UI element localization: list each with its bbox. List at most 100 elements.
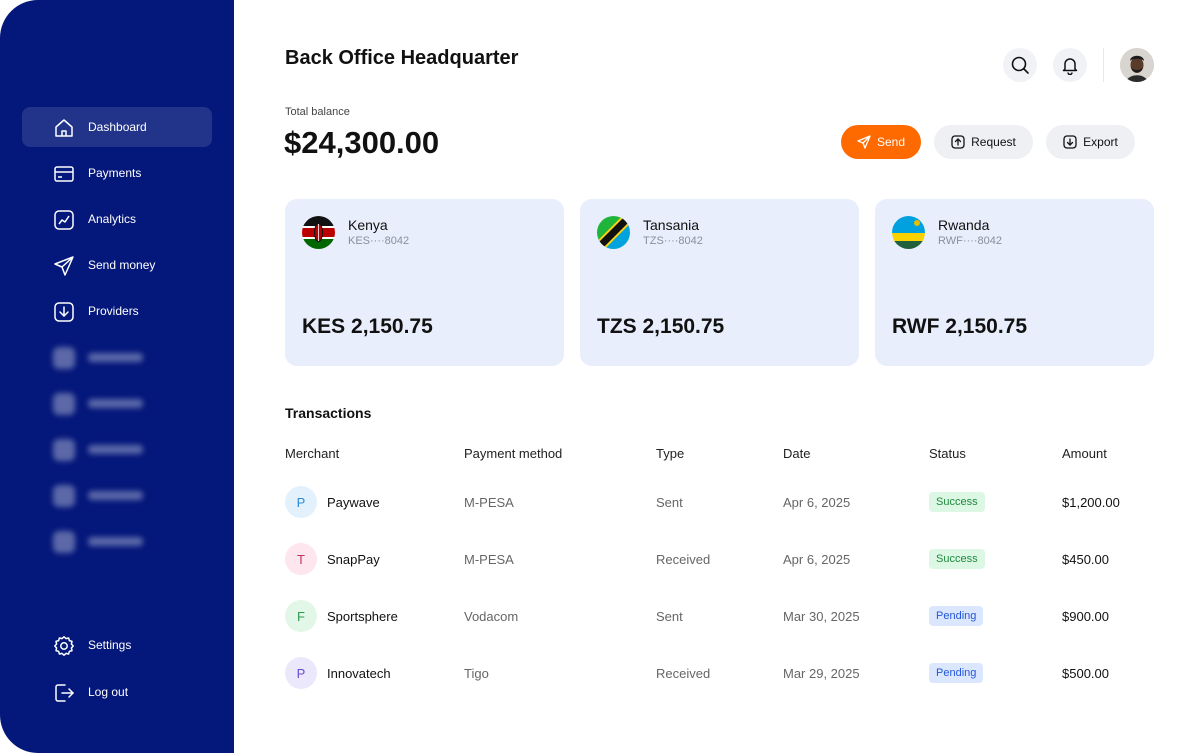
placeholder-icon (53, 485, 75, 507)
avatar[interactable] (1120, 48, 1154, 82)
placeholder-label (88, 398, 143, 408)
merchant-avatar: P (285, 657, 317, 689)
main-content: Back Office Headquarter Total balance $2… (234, 0, 1204, 753)
table-row[interactable]: P Paywave M-PESA Sent Apr 6, 2025 Succes… (234, 483, 1204, 523)
transaction-amount: $450.00 (1062, 552, 1109, 567)
sidebar-item-dashboard[interactable]: Dashboard (22, 107, 212, 147)
export-button-label: Export (1083, 135, 1118, 149)
kenya-flag-icon (302, 216, 335, 249)
logout-icon (55, 684, 74, 702)
sidebar-item-providers[interactable]: Providers (22, 291, 212, 331)
sidebar-item-label: Settings (88, 638, 132, 652)
placeholder-label (88, 352, 143, 362)
sidebar-item-blurred (22, 383, 212, 423)
request-button-label: Request (971, 135, 1016, 149)
chart-icon (54, 210, 74, 230)
transaction-amount: $1,200.00 (1062, 495, 1120, 510)
download-icon (1063, 135, 1077, 149)
sidebar-item-logout[interactable]: Log out (22, 672, 212, 712)
transaction-date: Mar 29, 2025 (783, 666, 860, 681)
currency-card-kenya[interactable]: Kenya KES····8042 KES 2,150.75 (285, 199, 564, 366)
card-account: RWF····8042 (938, 235, 1002, 247)
transaction-type: Received (656, 552, 711, 567)
search-button[interactable] (1003, 48, 1037, 82)
request-button[interactable]: Request (934, 125, 1033, 159)
rwanda-flag-icon (892, 216, 925, 249)
sidebar-item-label: Payments (88, 166, 142, 180)
status-badge: Pending (929, 663, 984, 683)
sidebar-item-analytics[interactable]: Analytics (22, 199, 212, 239)
card-account: TZS····8042 (643, 235, 703, 247)
transaction-type: Sent (656, 609, 683, 624)
table-row[interactable]: F Sportsphere Vodacom Sent Mar 30, 2025 … (234, 597, 1204, 637)
currency-card-tanzania[interactable]: Tansania TZS····8042 TZS 2,150.75 (580, 199, 859, 366)
placeholder-label (88, 444, 143, 454)
sidebar-item-send-money[interactable]: Send money (22, 245, 212, 285)
upload-icon (951, 135, 965, 149)
search-icon (1011, 56, 1029, 74)
card-balance: TZS 2,150.75 (597, 315, 725, 338)
transactions-title: Transactions (285, 405, 372, 421)
sidebar-item-label: Log out (88, 685, 129, 699)
card-icon (54, 166, 74, 182)
sidebar-item-blurred (22, 429, 212, 469)
column-header-date: Date (783, 446, 811, 461)
transaction-type: Sent (656, 495, 683, 510)
sidebar-item-settings[interactable]: Settings (22, 625, 212, 665)
column-header-payment-method: Payment method (464, 446, 563, 461)
placeholder-icon (53, 393, 75, 415)
sidebar-item-label: Analytics (88, 212, 137, 226)
transaction-date: Apr 6, 2025 (783, 552, 851, 567)
send-icon (54, 256, 74, 276)
column-header-merchant: Merchant (285, 446, 340, 461)
tanzania-flag-icon (597, 216, 630, 249)
sidebar-item-blurred (22, 337, 212, 377)
gear-icon (54, 636, 74, 656)
export-button[interactable]: Export (1046, 125, 1135, 159)
page-title: Back Office Headquarter (285, 47, 519, 69)
merchant-name: Paywave (327, 495, 380, 510)
notifications-button[interactable] (1053, 48, 1087, 82)
send-button[interactable]: Send (841, 125, 921, 159)
sidebar-item-label: Providers (88, 304, 139, 318)
user-photo-icon (1120, 48, 1154, 82)
sidebar: Dashboard Payments Analytics Send money … (0, 0, 234, 753)
send-icon (857, 135, 871, 149)
sidebar-item-label: Send money (88, 258, 156, 272)
column-header-status: Status (929, 446, 966, 461)
table-row[interactable]: T SnapPay M-PESA Received Apr 6, 2025 Su… (234, 540, 1204, 580)
transaction-type: Received (656, 666, 711, 681)
sidebar-item-blurred (22, 521, 212, 561)
status-badge: Success (929, 549, 985, 569)
placeholder-icon (53, 439, 75, 461)
placeholder-icon (53, 347, 75, 369)
placeholder-label (88, 536, 143, 546)
card-country: Rwanda (938, 217, 990, 233)
table-row[interactable]: P Innovatech Tigo Received Mar 29, 2025 … (234, 654, 1204, 694)
send-button-label: Send (876, 135, 906, 149)
transaction-date: Mar 30, 2025 (783, 609, 860, 624)
card-country: Kenya (348, 217, 388, 233)
currency-card-rwanda[interactable]: Rwanda RWF····8042 RWF 2,150.75 (875, 199, 1154, 366)
merchant-name: Sportsphere (327, 609, 398, 624)
placeholder-icon (53, 531, 75, 553)
card-balance: RWF 2,150.75 (892, 315, 1028, 338)
balance-label: Total balance (285, 106, 350, 118)
merchant-avatar: T (285, 543, 317, 575)
merchant-avatar: P (285, 486, 317, 518)
sidebar-item-payments[interactable]: Payments (22, 153, 212, 193)
card-country: Tansania (643, 217, 700, 233)
merchant-avatar: F (285, 600, 317, 632)
card-balance: KES 2,150.75 (302, 315, 433, 338)
sidebar-item-label: Dashboard (88, 120, 147, 134)
placeholder-label (88, 490, 143, 500)
status-badge: Pending (929, 606, 984, 626)
payment-method: M-PESA (464, 495, 514, 510)
status-badge: Success (929, 492, 985, 512)
column-header-amount: Amount (1062, 446, 1107, 461)
download-icon (54, 302, 74, 322)
payment-method: Tigo (464, 666, 489, 681)
bell-icon (1062, 58, 1078, 75)
transaction-date: Apr 6, 2025 (783, 495, 851, 510)
payment-method: M-PESA (464, 552, 514, 567)
